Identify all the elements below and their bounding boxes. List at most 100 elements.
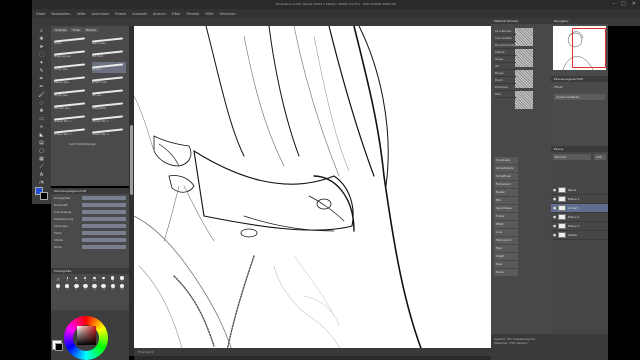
layer-row[interactable]: ● Papier (551, 186, 608, 195)
eraser-icon[interactable]: ▭ (36, 116, 48, 122)
menu-selection[interactable]: Auswahl (132, 12, 147, 16)
material-tree-item[interactable]: Monochromatic (494, 42, 516, 49)
menu-page[interactable]: Seite (77, 12, 86, 16)
material-thumbnail[interactable] (515, 28, 533, 46)
canvas-horizontal-scrollbar[interactable] (134, 356, 491, 360)
material-category-button[interactable]: Figur (494, 245, 518, 252)
tool-property-row[interactable]: Stärke (51, 236, 129, 243)
brush-size-preset[interactable]: 1 (63, 276, 71, 283)
material-category-button[interactable]: Sprechblase (494, 205, 518, 212)
brush-item[interactable]: Calligraphy (91, 101, 127, 112)
brush-size-preset[interactable]: 12 (91, 284, 99, 291)
tool-property-slider[interactable] (82, 216, 126, 221)
tool-property-row[interactable]: Anti-aliasing (51, 208, 129, 215)
frame-icon[interactable]: ▦ (36, 156, 48, 162)
menu-layer[interactable]: Ebene (115, 12, 126, 16)
brush-size-preset[interactable]: 8 (72, 284, 80, 291)
brush-item[interactable]: Kabura pen (54, 75, 89, 86)
material-category-button[interactable]: Linie (494, 229, 518, 236)
brush-item[interactable]: Dip pen (91, 88, 127, 99)
brush-item[interactable]: Smooth pen (54, 101, 89, 112)
tab-brush-set-3[interactable]: Marker (83, 28, 99, 32)
brush-size-preset[interactable]: 20 (118, 284, 126, 291)
brush-item[interactable]: Ink Pen (91, 62, 126, 73)
material-tree-item[interactable]: Brush (494, 77, 516, 84)
material-tree-item[interactable]: Image (494, 56, 516, 63)
pen-icon[interactable]: ✒ (36, 76, 48, 82)
material-tree-item[interactable]: Texture (494, 49, 516, 56)
brush-item[interactable]: Pen Hard (91, 49, 127, 60)
tool-property-slider[interactable] (82, 244, 126, 249)
brush-item[interactable]: Lineart Pen 3 (54, 127, 89, 138)
tool-property-slider[interactable] (82, 230, 126, 235)
material-thumbnail[interactable] (515, 70, 533, 88)
expression-color-select[interactable]: Ausdrucksfarbe (554, 94, 605, 100)
menu-window[interactable]: Fenster (187, 12, 200, 16)
close-icon[interactable]: ✕ (632, 1, 636, 7)
material-thumbnail[interactable] (515, 91, 533, 109)
eye-icon[interactable]: ● (553, 215, 556, 219)
tool-property-slider[interactable] (82, 202, 126, 207)
tool-property-slider[interactable] (82, 237, 126, 242)
brush-size-preset[interactable]: 4 (109, 276, 117, 283)
material-category-button[interactable]: Hintergrund (494, 237, 518, 244)
tool-property-row[interactable]: Stabilisierung (51, 215, 129, 222)
layer-row[interactable]: ● Ebene 2 (551, 213, 608, 222)
material-category-button[interactable]: Farbverlauf (494, 181, 518, 188)
brush-icon[interactable]: 🖌 (36, 92, 48, 98)
material-tree-item[interactable]: Pose (494, 91, 516, 98)
menu-animation[interactable]: Animation (91, 12, 109, 16)
material-tree-item[interactable]: Download (494, 84, 516, 91)
canvas[interactable] (134, 26, 491, 356)
menu-edit[interactable]: Bearbeiten (51, 12, 70, 16)
brush-size-preset[interactable]: 2 (81, 276, 89, 283)
zoom-icon[interactable]: ⌕ (36, 28, 48, 34)
tool-property-slider[interactable] (82, 223, 126, 228)
color-indicator[interactable] (32, 184, 51, 204)
ruler-icon[interactable]: ⟋ (36, 164, 48, 170)
eye-icon[interactable]: ● (553, 188, 556, 192)
operation-icon[interactable]: ➤ (36, 44, 48, 50)
brush-item[interactable]: Lineart Pen 2 (91, 114, 127, 125)
menu-help[interactable]: Hilfe (206, 12, 214, 16)
scrollbar-thumb[interactable] (130, 125, 133, 195)
eye-icon[interactable]: ● (553, 206, 556, 210)
brush-size-preset[interactable]: 3 (100, 276, 108, 283)
menu-filter[interactable]: Filter (172, 12, 181, 16)
brush-size-preset[interactable]: 10 (81, 284, 89, 291)
brush-size-preset[interactable]: 5 (118, 276, 126, 283)
material-thumbnail[interactable] (515, 49, 533, 67)
background-color[interactable] (55, 343, 63, 351)
tool-property-row[interactable]: Pinselgröße (51, 194, 129, 201)
material-category-button[interactable]: Effekt (494, 221, 518, 228)
material-category-button[interactable]: Objekt (494, 253, 518, 260)
text-icon[interactable]: A (36, 172, 48, 178)
tool-property-row[interactable]: Deckkraft (51, 201, 129, 208)
material-category-button[interactable]: Bild (494, 197, 518, 204)
menu-view[interactable]: Ansicht (153, 12, 166, 16)
brush-item[interactable]: Lineart Pen 1 (54, 114, 89, 125)
material-category-button[interactable]: Schraffuren (494, 173, 518, 180)
sub-color-swatch[interactable] (40, 192, 48, 200)
pencil-icon[interactable]: ✏ (36, 84, 48, 90)
brush-item[interactable]: Turnip pen (54, 62, 89, 73)
brush-size-preset[interactable]: 6 (54, 284, 62, 291)
brush-item[interactable]: Scratch pen (91, 75, 127, 86)
maximize-icon[interactable]: □ (621, 1, 626, 7)
tool-property-row[interactable]: Dicke (51, 243, 129, 250)
gradient-icon[interactable]: ▤ (36, 140, 48, 146)
material-category-button[interactable]: Szene (494, 269, 518, 276)
decoration-icon[interactable]: ❋ (36, 108, 48, 114)
minimize-icon[interactable]: – (613, 1, 616, 7)
material-category-button[interactable]: Pose (494, 261, 518, 268)
tool-property-row[interactable]: Verjüngen (51, 222, 129, 229)
tool-property-slider[interactable] (82, 209, 126, 214)
brush-size-preset[interactable]: 17 (109, 284, 117, 291)
layer-row[interactable]: ● Ebene 1 (551, 195, 608, 204)
navigator-view-rect[interactable] (572, 28, 606, 68)
material-category-button[interactable]: Muster (494, 189, 518, 196)
brush-item[interactable]: Lineart Pen 4 (91, 127, 127, 138)
sub-tool-settings-label[interactable]: Sub Toolhilfslinger (51, 140, 129, 148)
material-tree-item[interactable]: All materials (494, 28, 516, 35)
tool-property-row[interactable]: Farbe (51, 229, 129, 236)
